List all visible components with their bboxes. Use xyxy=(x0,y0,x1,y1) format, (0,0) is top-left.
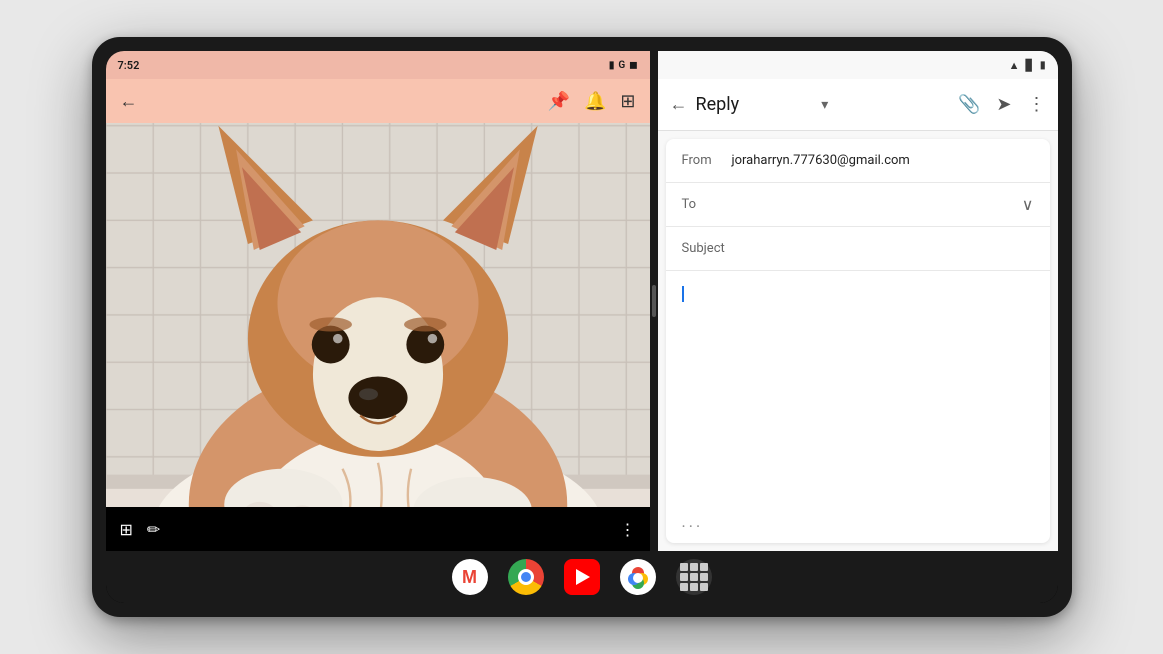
expand-recipients-icon[interactable]: ∨ xyxy=(1022,195,1034,214)
taskbar-all-apps[interactable] xyxy=(676,559,712,595)
text-cursor xyxy=(682,286,684,302)
photo-container: Laundry xyxy=(106,123,650,507)
taskbar: M xyxy=(106,551,1058,603)
to-field-row[interactable]: To ∨ xyxy=(666,183,1050,227)
right-battery-icon: ▮ xyxy=(1040,60,1046,71)
email-body-area[interactable] xyxy=(666,271,1050,500)
reply-toolbar-icons: 📎 ➤ ⋮ xyxy=(958,94,1046,115)
attach-icon[interactable]: 📎 xyxy=(958,94,980,115)
youtube-play-icon xyxy=(576,569,590,585)
subject-label: Subject xyxy=(682,241,732,256)
edit-icon[interactable]: ✏ xyxy=(147,520,160,539)
from-label: From xyxy=(682,153,732,168)
left-status-icons: ▮ G ◼ xyxy=(609,60,638,71)
taskbar-gmail[interactable]: M xyxy=(452,559,488,595)
left-toolbar-right: 📌 🔔 ⊞ xyxy=(548,91,636,112)
reply-dropdown-button[interactable]: ▾ xyxy=(821,97,828,113)
back-button[interactable]: ← xyxy=(120,91,138,112)
apps-grid-icon xyxy=(680,563,708,591)
right-panel-gmail: ▲ ▊ ▮ ← Reply ▾ 📎 ➤ xyxy=(658,51,1058,551)
status-time: 7:52 xyxy=(118,59,140,72)
split-view: 7:52 ▮ G ◼ ← 📌 � xyxy=(106,51,1058,551)
signal-icon: ◼ xyxy=(629,60,637,71)
send-icon[interactable]: ➤ xyxy=(996,94,1011,115)
compose-area: From joraharryn.777630@gmail.com To ∨ Su… xyxy=(666,139,1050,543)
tablet-device: 7:52 ▮ G ◼ ← 📌 � xyxy=(92,37,1072,617)
taskbar-chrome[interactable] xyxy=(508,559,544,595)
wifi-signal-icon: ▲ xyxy=(1009,59,1020,72)
left-status-bar: 7:52 ▮ G ◼ xyxy=(106,51,650,79)
right-status-icons: ▲ ▊ ▮ xyxy=(1009,59,1046,72)
left-panel-photos: 7:52 ▮ G ◼ ← 📌 � xyxy=(106,51,650,551)
bottom-bar-left-icons: ⊞ ✏ xyxy=(120,520,161,539)
from-field-row: From joraharryn.777630@gmail.com xyxy=(666,139,1050,183)
left-toolbar: ← 📌 🔔 ⊞ xyxy=(106,79,650,123)
bell-icon[interactable]: 🔔 xyxy=(584,91,606,112)
split-divider xyxy=(650,51,658,551)
reply-title: Reply xyxy=(696,94,810,115)
right-status-bar: ▲ ▊ ▮ xyxy=(658,51,1058,79)
photos-pinwheel-icon xyxy=(624,563,652,591)
reply-toolbar: ← Reply ▾ 📎 ➤ ⋮ xyxy=(658,79,1058,131)
g-icon: G xyxy=(618,60,625,71)
more-options-icon[interactable]: ⋮ xyxy=(620,520,636,539)
reply-back-button[interactable]: ← xyxy=(670,94,688,115)
taskbar-photos[interactable] xyxy=(620,559,656,595)
add-icon[interactable]: ⊞ xyxy=(120,520,133,539)
subject-field-row[interactable]: Subject xyxy=(666,227,1050,271)
taskbar-youtube[interactable] xyxy=(564,559,600,595)
cellular-icon: ▊ xyxy=(1026,59,1034,72)
quoted-message-toggle[interactable]: ... xyxy=(666,500,1050,543)
corgi-photo: Laundry xyxy=(106,123,650,507)
add-to-album-icon[interactable]: ⊞ xyxy=(620,91,635,112)
more-options-icon[interactable]: ⋮ xyxy=(1028,94,1046,115)
divider-handle[interactable] xyxy=(652,285,656,317)
to-label: To xyxy=(682,197,732,212)
pin-icon[interactable]: 📌 xyxy=(548,91,570,112)
screen-content: 7:52 ▮ G ◼ ← 📌 � xyxy=(106,51,1058,551)
from-value: joraharryn.777630@gmail.com xyxy=(732,153,1034,168)
photo-bottom-bar: ⊞ ✏ ⋮ xyxy=(106,507,650,551)
battery-icon: ▮ xyxy=(609,60,615,71)
left-toolbar-left: ← xyxy=(120,91,138,112)
gmail-m-letter: M xyxy=(462,567,477,588)
chrome-center xyxy=(518,569,534,585)
tablet-screen: 7:52 ▮ G ◼ ← 📌 � xyxy=(106,51,1058,603)
